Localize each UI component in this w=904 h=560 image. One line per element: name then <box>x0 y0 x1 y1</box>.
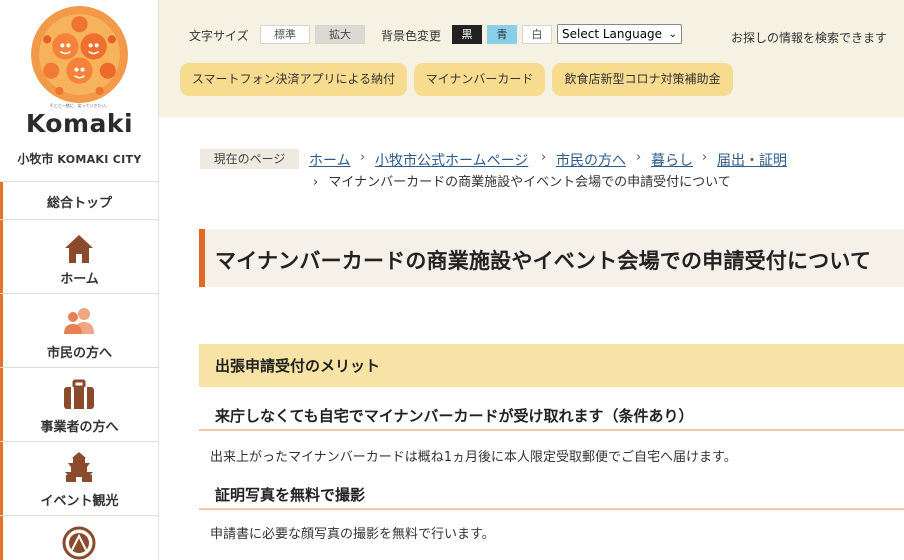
benefit-heading-free-photo: 証明写真を無料で撮影 <box>199 484 904 510</box>
chevron-down-icon: ⌄ <box>668 29 677 40</box>
site-logo[interactable]: そとと一緒に、笑っていきたい。 Komaki 小牧市 KOMAKI CITY <box>0 0 159 181</box>
breadcrumb-link-official-site[interactable]: 小牧市公式ホームページ <box>375 150 528 170</box>
page-title-box: マイナンバーカードの商業施設やイベント会場での申請受付について <box>199 229 904 287</box>
section-heading-text: 出張申請受付のメリット <box>215 357 381 375</box>
sidebar-item-citizens[interactable]: 市民の方へ <box>0 293 159 367</box>
bg-white-button[interactable]: 白 <box>522 25 552 44</box>
language-select-value: Select Language <box>562 27 663 41</box>
sidebar-item-home[interactable]: ホーム <box>0 219 159 293</box>
breadcrumb-link-citizens[interactable]: 市民の方へ <box>556 150 626 170</box>
breadcrumb-separator-icon: › <box>541 150 547 165</box>
language-select[interactable]: Select Language ⌄ <box>557 24 682 44</box>
benefit-heading-text: 証明写真を無料で撮影 <box>215 486 366 504</box>
castle-icon <box>65 452 93 482</box>
briefcase-icon <box>64 379 94 409</box>
komaki-mascot-logo-icon <box>31 6 128 103</box>
bg-black-button[interactable]: 黒 <box>452 25 482 44</box>
pill-restaurant-subsidy[interactable]: 飲食店新型コロナ対策補助金 <box>552 63 733 96</box>
breadcrumb-separator-icon: › <box>313 175 319 190</box>
sidebar-item-events-tourism[interactable]: イベント観光 <box>0 441 159 515</box>
header: 文字サイズ 標準 拡大 背景色変更 黒 青 白 Select Language … <box>159 0 904 117</box>
breadcrumb-separator-icon: › <box>702 150 708 165</box>
font-standard-button[interactable]: 標準 <box>260 25 310 44</box>
nav-accent-bar <box>0 516 3 560</box>
city-name-en: KOMAKI CITY <box>57 153 142 166</box>
home-icon <box>65 235 93 263</box>
pill-my-number-card[interactable]: マイナンバーカード <box>414 63 545 96</box>
breadcrumb-link-living[interactable]: 暮らし <box>651 150 693 170</box>
sidebar-item-label: 総合トップ <box>46 196 112 211</box>
pill-smartphone-payment[interactable]: スマートフォン決済アプリによる納付 <box>180 63 407 96</box>
sidebar-item-label: 市民の方へ <box>46 346 112 361</box>
sidebar-item-label: イベント観光 <box>40 494 119 509</box>
benefit-text-free-photo: 申請書に必要な顔写真の撮影を無料で行います。 <box>210 527 495 542</box>
breadcrumb-separator-icon: › <box>360 150 366 165</box>
people-icon <box>64 308 94 334</box>
bg-color-label: 背景色変更 <box>381 29 442 43</box>
sidebar-item-businesses[interactable]: 事業者の方へ <box>0 367 159 441</box>
benefit-text-home-delivery: 出来上がったマイナンバーカードは概ね1ヵ月後に本人限定受取郵便でご自宅へ届けます… <box>210 450 737 465</box>
breadcrumb-current-label: 現在のページ <box>200 149 299 169</box>
font-size-label: 文字サイズ <box>189 29 249 43</box>
breadcrumb-link-home[interactable]: ホーム <box>309 150 351 170</box>
breadcrumb-separator-icon: › <box>636 150 642 165</box>
sidebar: そとと一緒に、笑っていきたい。 Komaki 小牧市 KOMAKI CITY 総合… <box>0 0 159 560</box>
sidebar-item-emblem[interactable] <box>0 515 159 560</box>
search-hint-text[interactable]: お探しの情報を検索できます <box>731 29 887 46</box>
benefit-heading-home-delivery: 来庁しなくても自宅でマイナンバーカードが受け取れます（条件あり） <box>199 405 904 431</box>
logo-brand-text: Komaki <box>25 109 134 138</box>
benefit-heading-text: 来庁しなくても自宅でマイナンバーカードが受け取れます（条件あり） <box>215 407 694 425</box>
breadcrumb-link-notifications[interactable]: 届出・証明 <box>717 150 787 170</box>
bg-blue-button[interactable]: 青 <box>487 25 517 44</box>
font-large-button[interactable]: 拡大 <box>315 25 365 44</box>
sidebar-item-label: ホーム <box>60 272 99 287</box>
sidebar-item-general-top[interactable]: 総合トップ <box>0 181 159 219</box>
emblem-icon <box>62 526 96 560</box>
city-name: 小牧市 KOMAKI CITY <box>0 150 159 167</box>
sidebar-item-label: 事業者の方へ <box>40 420 119 435</box>
section-heading: 出張申請受付のメリット <box>199 344 904 387</box>
city-name-ja: 小牧市 <box>17 152 54 166</box>
breadcrumb-current-page: › マイナンバーカードの商業施設やイベント会場での申請受付について <box>313 171 731 190</box>
page-title: マイナンバーカードの商業施設やイベント会場での申請受付について <box>215 249 872 273</box>
breadcrumb-last-text: マイナンバーカードの商業施設やイベント会場での申請受付について <box>328 175 731 190</box>
